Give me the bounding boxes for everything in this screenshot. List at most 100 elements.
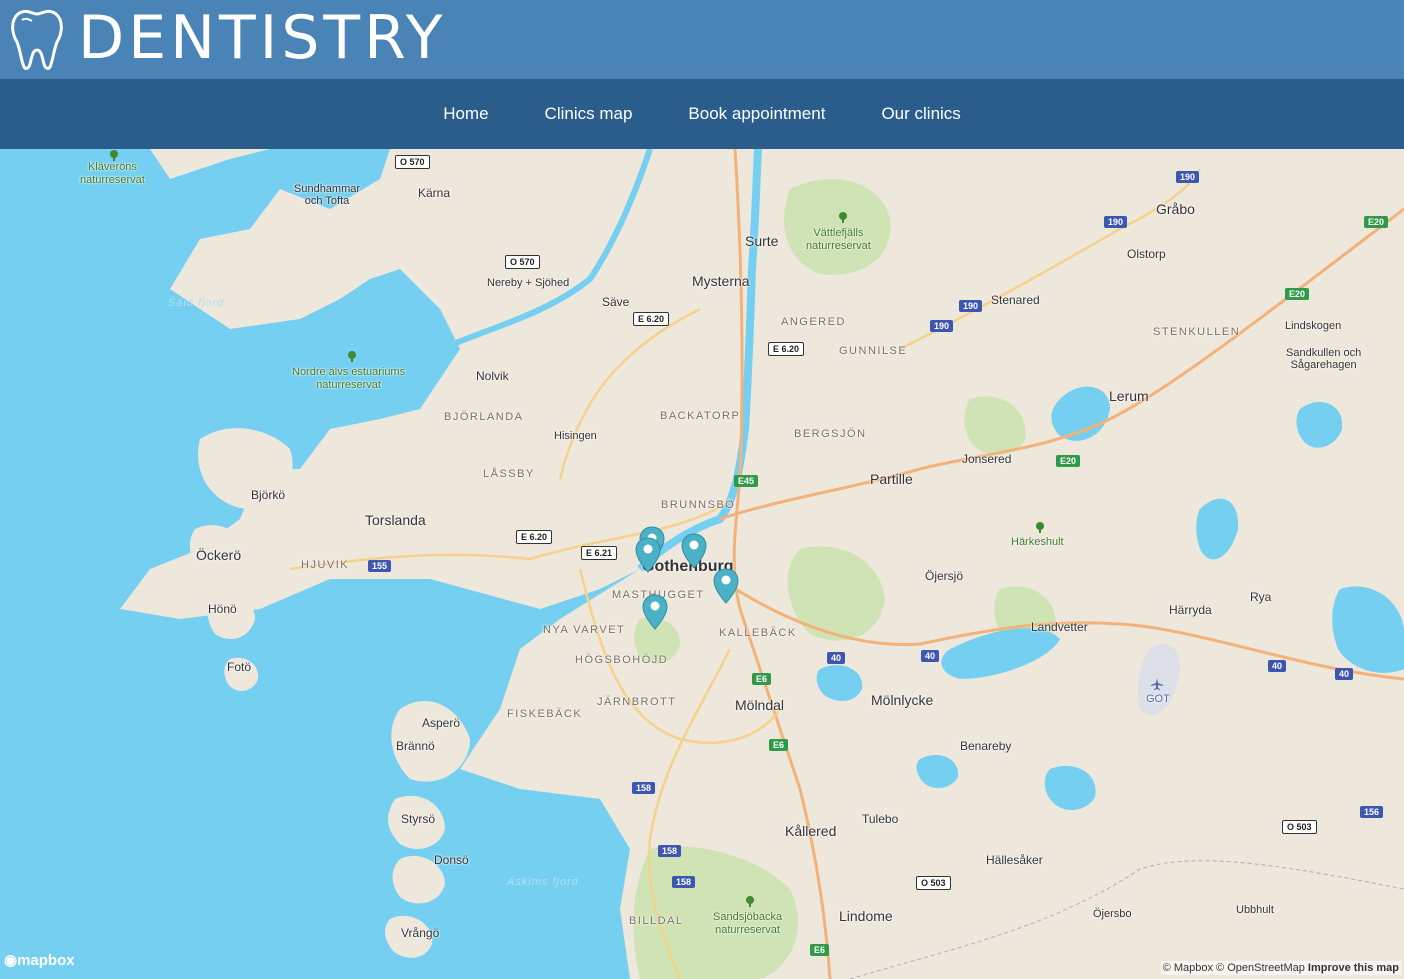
label-surte: Surte [745,233,779,249]
label-harkeshult: Härkeshult [1011,536,1064,548]
mapbox-logo-text: mapbox [17,952,75,969]
nav-book-appointment[interactable]: Book appointment [688,104,825,124]
label-ubbhult: Ubbhult [1236,904,1274,916]
park-tree-icon [1036,522,1044,533]
shield-e45: E45 [734,475,759,487]
label-partille: Partille [870,471,913,487]
label-hallesaker: Hällesåker [986,853,1043,867]
shield-e6-a: E6 [752,673,772,685]
improve-map-link[interactable]: Improve this map [1308,962,1399,974]
shield-e20-c: E20 [1056,455,1081,467]
label-brunnsbo: BRUNNSBO [661,499,736,511]
label-nolvik: Nolvik [476,369,509,383]
label-harryda: Härryda [1169,603,1212,617]
shield-40-d: 40 [1335,668,1354,680]
shield-158-c: 158 [672,876,696,888]
shield-158-b: 158 [658,845,682,857]
label-got: GOT [1146,693,1170,705]
label-fiskeback: FISKEBÄCK [507,708,583,720]
nav-our-clinics[interactable]: Our clinics [881,104,960,124]
shield-o570-b: O 570 [505,255,540,269]
shield-e620-a: E 6.20 [633,312,670,326]
shield-o503-a: O 503 [1282,820,1317,834]
park-tree-icon [348,351,356,362]
shield-40-c: 40 [1268,660,1287,672]
map-attribution: © Mapbox © OpenStreetMap Improve this ma… [1160,961,1401,975]
clinic-marker-icon[interactable] [642,594,668,630]
clinic-marker-icon[interactable] [635,537,661,573]
label-branno: Brännö [396,739,435,753]
shield-190-c: 190 [959,300,983,312]
clinic-marker-icon[interactable] [681,533,707,569]
shield-190-a: 190 [1176,171,1200,183]
label-lassby: LÅSSBY [483,468,535,480]
shield-40-b: 40 [921,650,940,662]
label-molndal: Mölndal [735,697,785,713]
label-salo-fjord: Sälö fjord [168,297,225,309]
clinics-map[interactable]: Kläveröns naturreservat Sundhammar och T… [0,149,1404,979]
main-nav: Home Clinics map Book appointment Our cl… [0,79,1404,149]
label-sundhammar: Sundhammar och Tofta [294,183,361,207]
shield-o503-b: O 503 [916,876,951,890]
park-tree-icon [110,150,118,161]
label-tulebo: Tulebo [862,812,899,826]
shield-e620-c: E 6.20 [516,530,553,544]
label-karna: Kärna [418,186,451,200]
label-kalleback: KALLEBÄCK [719,627,797,639]
shield-40-a: 40 [827,652,846,664]
clinic-marker-icon[interactable] [713,568,739,604]
label-nordre: Nordre älvs estuariums naturreservat [292,366,406,391]
label-hisingen: Hisingen [554,430,597,442]
road-north [558,307,701,480]
label-hjuvik: HJUVIK [301,559,350,571]
site-title[interactable]: DENTISTRY [78,2,447,74]
label-kallered: Kållered [785,823,837,839]
label-sandkullen: Sandkullen och Sågarehagen [1286,347,1362,371]
shield-190-d: 190 [930,320,954,332]
label-sandsjobacka: Sandsjöbacka naturreservat [713,911,783,936]
label-klaverons: Kläveröns naturreservat [80,161,145,186]
label-benareby: Benareby [960,739,1012,753]
label-donso: Donsö [434,853,469,867]
shield-e6-b: E6 [769,739,789,751]
label-rya: Rya [1250,590,1272,604]
nav-home[interactable]: Home [443,104,488,124]
label-mysterna: Mysterna [692,273,750,289]
label-gunnilse: GUNNILSE [839,345,908,357]
airport-icon [1151,678,1163,690]
shield-e20-a: E20 [1364,216,1389,228]
label-billdal: BILLDAL [629,915,684,927]
park-tree-icon [839,212,847,223]
nav-clinics-map[interactable]: Clinics map [545,104,633,124]
label-bjorlanda: BJÖRLANDA [444,411,524,423]
label-molnlycke: Mölnlycke [871,692,934,708]
label-jonsered: Jonsered [962,452,1012,466]
label-ockero: Öckerö [196,547,242,563]
attribution-osm[interactable]: © OpenStreetMap [1216,962,1305,974]
label-jarnbrott: JÄRNBROTT [597,696,677,708]
nordre-alv-river [418,149,653,362]
label-lindskogen: Lindskogen [1285,320,1342,332]
label-styrso: Styrsö [401,812,436,826]
label-askims-fjord: Askims fjord [507,876,579,888]
label-hogsbohojd: HÖGSBOHÖJD [575,654,669,666]
label-landvetter: Landvetter [1031,620,1088,634]
label-vattlefjall: Vättlefjälls naturreservat [806,227,871,252]
shield-158-a: 158 [632,782,656,794]
mapbox-logo[interactable]: ◉mapbox [4,951,75,969]
tooth-icon[interactable] [8,8,66,70]
label-bergsjon: BERGSJÖN [794,428,867,440]
label-stenkullen: STENKULLEN [1153,326,1241,338]
label-ojersbo: Öjersbo [1093,908,1132,920]
label-lerum: Lerum [1109,388,1149,404]
shield-e20-b: E20 [1285,288,1310,300]
shield-e6-c: E6 [810,944,830,956]
label-aspero: Asperö [422,716,461,730]
park-delsjon [787,546,885,641]
label-olstorp: Olstorp [1127,247,1166,261]
shield-e621: E 6.21 [581,546,618,560]
label-save: Säve [602,295,630,309]
attribution-mapbox[interactable]: © Mapbox [1163,962,1213,974]
label-vrango: Vrångö [401,926,440,940]
label-backatorp: BACKATORP [660,410,741,422]
